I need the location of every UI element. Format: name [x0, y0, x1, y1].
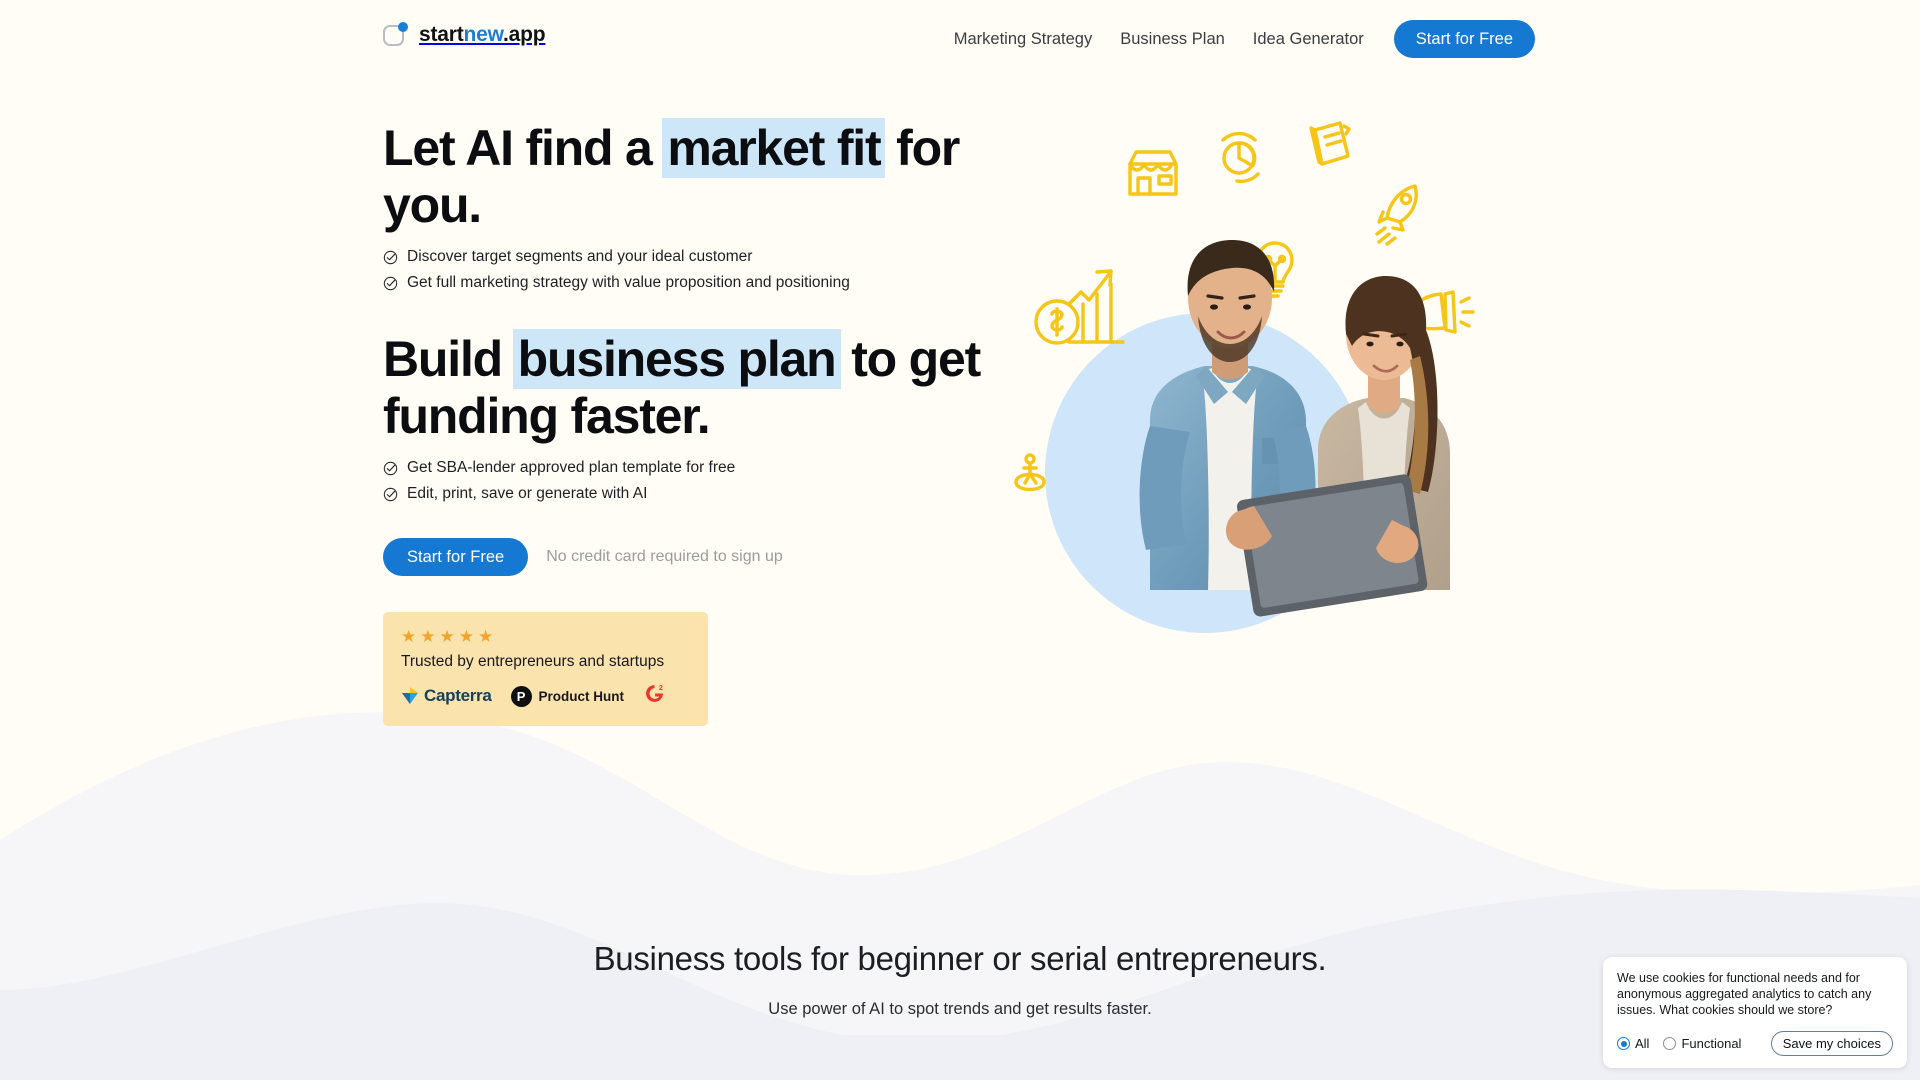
nav-item-marketing-strategy[interactable]: Marketing Strategy	[954, 20, 1106, 58]
star-icon: ★	[401, 627, 417, 646]
star-icon: ★	[439, 627, 455, 646]
main-nav: Marketing Strategy Business Plan Idea Ge…	[954, 20, 1535, 58]
capterra-logo: Capterra	[401, 686, 492, 706]
nav-item-business-plan[interactable]: Business Plan	[1106, 20, 1239, 58]
hero-illustration	[1000, 120, 1520, 633]
star-rating: ★ ★ ★ ★ ★	[401, 628, 690, 645]
cta-note: No credit card required to sign up	[546, 548, 783, 565]
bullet-item: Get full marketing strategy with value p…	[383, 273, 1003, 293]
bullet-label: Get full marketing strategy with value p…	[407, 274, 850, 291]
star-icon: ★	[458, 627, 474, 646]
g2-mark-icon: 2	[646, 684, 663, 702]
check-circle-icon	[383, 250, 398, 265]
cookie-option-functional[interactable]: Functional	[1663, 1036, 1741, 1051]
hero-content: Let AI find a market fit for you. Discov…	[383, 118, 1003, 726]
bullet-item: Edit, print, save or generate with AI	[383, 484, 1003, 504]
header-start-for-free-button[interactable]: Start for Free	[1393, 20, 1535, 58]
cookie-option-all-label: All	[1635, 1036, 1650, 1051]
hero-cta-row: Start for Free No credit card required t…	[383, 538, 1003, 576]
landing-page: startnew.app Marketing Strategy Business…	[0, 0, 1920, 1080]
trust-logos: Capterra P Product Hunt 2	[401, 682, 690, 710]
headline-2-highlight: business plan	[512, 329, 841, 389]
trust-text: Trusted by entrepreneurs and startups	[401, 653, 665, 670]
bullet-item: Discover target segments and your ideal …	[383, 247, 1003, 267]
hero-bullets-2: Get SBA-lender approved plan template fo…	[383, 458, 1003, 504]
product-hunt-logo: P Product Hunt	[510, 685, 625, 707]
capterra-mark-icon	[402, 687, 418, 704]
bullet-label: Discover target segments and your ideal …	[407, 248, 753, 265]
bullet-item: Get SBA-lender approved plan template fo…	[383, 458, 1003, 478]
cookie-message: We use cookies for functional needs and …	[1617, 971, 1872, 1017]
headline-1-highlight: market fit	[662, 118, 886, 178]
radio-all-icon[interactable]	[1617, 1037, 1630, 1050]
check-circle-icon	[383, 487, 398, 502]
bullet-label: Get SBA-lender approved plan template fo…	[407, 459, 736, 476]
hero-headline-1: Let AI find a market fit for you.	[383, 118, 960, 233]
product-hunt-label: Product Hunt	[538, 688, 625, 704]
product-hunt-mark-icon: P	[510, 685, 532, 707]
hero-bullets-1: Discover target segments and your ideal …	[383, 247, 1003, 293]
star-icon: ★	[420, 627, 436, 646]
cookie-option-functional-label: Functional	[1681, 1036, 1742, 1051]
cookie-controls: All Functional Save my choices	[1617, 1031, 1893, 1056]
save-my-choices-button[interactable]: Save my choices	[1770, 1031, 1893, 1056]
logo-text: startnew.app	[419, 22, 546, 46]
nav-item-idea-generator[interactable]: Idea Generator	[1239, 20, 1378, 58]
capterra-label: Capterra	[424, 686, 492, 705]
people-photo	[1139, 240, 1450, 617]
rounded-square-dot-logo-icon	[383, 22, 408, 47]
star-icon: ★	[478, 627, 494, 646]
hero-headline-2: Build business plan to get funding faste…	[383, 329, 981, 444]
g2-logo: 2	[643, 682, 666, 710]
radio-functional-icon[interactable]	[1663, 1037, 1677, 1050]
check-circle-icon	[383, 461, 398, 476]
svg-text:2: 2	[659, 684, 663, 692]
trust-card: ★ ★ ★ ★ ★ Trusted by entrepreneurs and s…	[383, 612, 708, 726]
check-circle-icon	[383, 276, 398, 291]
site-header: startnew.app Marketing Strategy Business…	[0, 0, 1920, 78]
cookie-consent-banner: We use cookies for functional needs and …	[1603, 957, 1907, 1068]
cookie-option-all[interactable]: All	[1617, 1036, 1649, 1051]
hero-start-for-free-button[interactable]: Start for Free	[383, 538, 529, 576]
bullet-label: Edit, print, save or generate with AI	[407, 485, 648, 502]
logo-link[interactable]: startnew.app	[383, 22, 546, 47]
